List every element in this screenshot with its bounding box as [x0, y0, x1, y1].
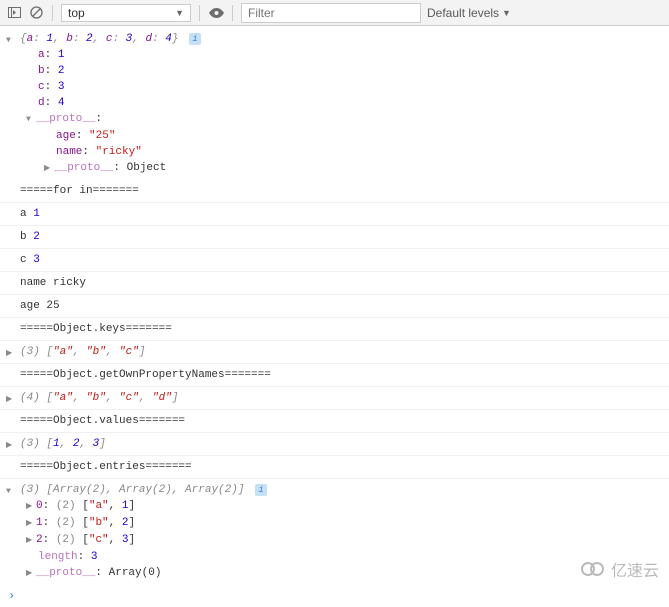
expand-caret[interactable] [26, 112, 36, 128]
prop-key: name [56, 146, 82, 158]
prop-value: Array(0) [109, 567, 162, 579]
log-text: age 25 [20, 300, 60, 312]
expand-caret[interactable] [26, 566, 36, 582]
prop-value: 3 [91, 551, 98, 563]
watermark-text: 亿速云 [611, 557, 659, 581]
console-message: name ricky [0, 272, 669, 295]
console-message: =====Object.keys======= [0, 318, 669, 341]
log-text: =====Object.getOwnPropertyNames======= [20, 369, 271, 381]
console-output: {a: 1, b: 2, c: 3, d: 4} i a: 1 b: 2 c: … [0, 26, 669, 607]
prop-value: 1 [58, 49, 65, 61]
prop-value: 2 [58, 65, 65, 77]
object-properties: a: 1 b: 2 c: 3 d: 4 __proto__: age: "25"… [20, 47, 665, 177]
context-selector[interactable]: top ▼ [61, 4, 191, 22]
console-message: age 25 [0, 295, 669, 318]
console-message: b 2 [0, 226, 669, 249]
log-text: =====Object.keys======= [20, 323, 172, 335]
proto-key: __proto__ [36, 113, 95, 125]
console-message: (3) [Array(2), Array(2), Array(2)] i 0: … [0, 479, 669, 585]
expand-caret[interactable] [6, 346, 16, 362]
log-text: =====Object.entries======= [20, 461, 192, 473]
console-message: (4) ["a", "b", "c", "d"] [0, 387, 669, 410]
prop-value: "25" [89, 130, 115, 142]
prop-key: age [56, 130, 76, 142]
prop-key: b [38, 65, 45, 77]
console-message: (3) [1, 2, 3] [0, 433, 669, 456]
prop-value: 3 [58, 81, 65, 93]
log-levels-dropdown[interactable]: Default levels ▼ [427, 6, 511, 20]
prop-key: c [38, 81, 45, 93]
prop-key: a [38, 49, 45, 61]
clear-console-icon[interactable] [28, 5, 44, 21]
toolbar-separator [199, 5, 200, 21]
prop-key: 1 [36, 517, 43, 529]
context-label: top [68, 6, 85, 20]
prop-value: "ricky" [96, 146, 142, 158]
expand-caret[interactable] [26, 533, 36, 549]
expand-caret[interactable] [6, 438, 16, 454]
console-message: c 3 [0, 249, 669, 272]
array-items: 0: (2) ["a", 1] 1: (2) ["b", 2] 2: (2) [… [20, 498, 665, 582]
console-message: {a: 1, b: 2, c: 3, d: 4} i a: 1 b: 2 c: … [0, 28, 669, 180]
proto-key: __proto__ [54, 162, 113, 174]
log-text: =====Object.values======= [20, 415, 185, 427]
toggle-drawer-icon[interactable] [6, 5, 22, 21]
prop-key: length [38, 551, 78, 563]
chevron-down-icon: ▼ [502, 8, 511, 18]
chevron-down-icon: ▼ [175, 8, 184, 18]
console-message: =====Object.values======= [0, 410, 669, 433]
toolbar-separator [52, 5, 53, 21]
log-text: =====for in======= [20, 185, 139, 197]
expand-caret[interactable] [26, 499, 36, 515]
expand-caret[interactable] [6, 392, 16, 408]
toolbar-separator [232, 5, 233, 21]
console-message: =====for in======= [0, 180, 669, 203]
expand-caret[interactable] [26, 516, 36, 532]
prop-key: d [38, 97, 45, 109]
console-prompt[interactable]: › [0, 585, 669, 607]
console-toolbar: top ▼ Default levels ▼ [0, 0, 669, 26]
watermark-icon [581, 560, 609, 578]
prop-key: 2 [36, 534, 43, 546]
console-message: =====Object.entries======= [0, 456, 669, 479]
prop-value: 4 [58, 97, 65, 109]
filter-input[interactable] [241, 3, 421, 23]
expand-caret[interactable] [44, 161, 54, 177]
expand-caret[interactable] [6, 484, 16, 500]
prop-key: 0 [36, 500, 43, 512]
console-message: a 1 [0, 203, 669, 226]
prop-value: Object [127, 162, 167, 174]
info-icon[interactable]: i [255, 484, 267, 496]
console-message: =====Object.getOwnPropertyNames======= [0, 364, 669, 387]
eye-icon[interactable] [208, 5, 224, 21]
info-icon[interactable]: i [189, 33, 201, 45]
object-preview[interactable]: {a: 1, b: 2, c: 3, d: 4} [20, 33, 179, 45]
log-text: name ricky [20, 277, 86, 289]
proto-key: __proto__ [36, 567, 95, 579]
array-preview: [Array(2), Array(2), Array(2)] [46, 484, 244, 496]
levels-label: Default levels [427, 6, 499, 20]
console-message: (3) ["a", "b", "c"] [0, 341, 669, 364]
expand-caret[interactable] [6, 33, 16, 49]
watermark: 亿速云 [581, 557, 659, 581]
